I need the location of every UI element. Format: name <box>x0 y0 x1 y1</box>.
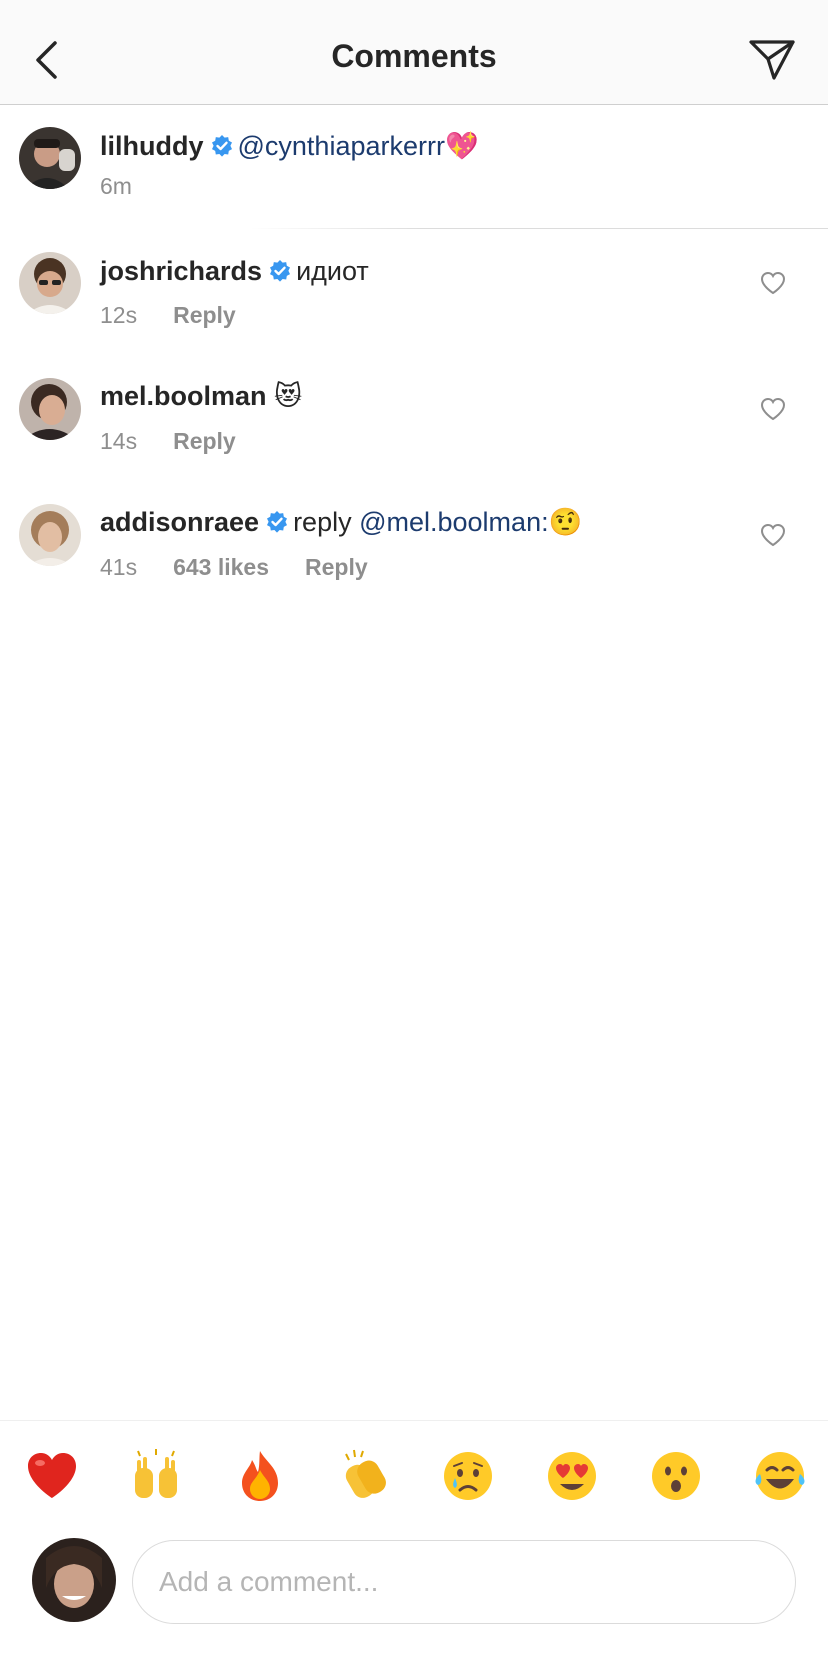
raised-eyebrow-emoji: 🤨 <box>548 507 583 538</box>
reply-button[interactable]: Reply <box>173 302 236 329</box>
comment-meta: 14s Reply <box>100 428 272 455</box>
reaction-tears-of-joy[interactable] <box>752 1448 808 1504</box>
clapping-hands-icon <box>345 1449 386 1498</box>
caption-mention[interactable]: @cynthiaparkerrr <box>238 131 445 161</box>
fire-icon <box>242 1451 278 1501</box>
comment-username[interactable]: addisonraee <box>100 507 259 537</box>
reaction-raising-hands[interactable] <box>128 1448 184 1504</box>
heart-eyes-cat-emoji: 😻 <box>274 381 303 412</box>
tears-of-joy-icon <box>755 1452 805 1500</box>
comment-meta: 41s 643 likes Reply <box>100 554 404 581</box>
reply-button[interactable]: Reply <box>173 428 236 455</box>
comment-mention[interactable]: @mel.boolman: <box>359 507 549 537</box>
self-avatar[interactable] <box>32 1538 116 1622</box>
avatar[interactable] <box>19 252 81 314</box>
comment-time: 41s <box>100 554 138 580</box>
comment-input[interactable] <box>132 1540 796 1624</box>
reply-button[interactable]: Reply <box>305 554 368 581</box>
comment-time: 12s <box>100 302 138 328</box>
reaction-crying-face[interactable] <box>440 1448 496 1504</box>
comment-message: идиот <box>296 256 369 286</box>
like-button[interactable] <box>758 520 788 550</box>
verified-badge-icon <box>268 256 292 292</box>
avatar[interactable] <box>19 378 81 440</box>
verified-badge-icon <box>210 131 234 167</box>
comment-text: mel.boolman 😻 <box>100 378 302 415</box>
reaction-surprised-face[interactable] <box>648 1448 704 1504</box>
reaction-clapping-hands[interactable] <box>336 1448 392 1504</box>
like-button[interactable] <box>758 394 788 424</box>
comment-username[interactable]: joshrichards <box>100 256 262 286</box>
paper-plane-icon <box>749 40 795 80</box>
comment-username[interactable]: mel.boolman <box>100 381 267 411</box>
avatar[interactable] <box>19 504 81 566</box>
caption-time: 6m <box>100 173 132 199</box>
heart-outline-icon <box>760 523 786 547</box>
reaction-heart[interactable] <box>24 1448 80 1504</box>
comment-message: reply <box>293 507 360 537</box>
header-bar: Comments <box>0 0 828 105</box>
divider <box>250 228 828 229</box>
raising-hands-icon <box>135 1449 177 1498</box>
comment-meta: 12s Reply <box>100 302 272 329</box>
avatar[interactable] <box>19 127 81 189</box>
caption-meta: 6m <box>100 173 168 200</box>
surprised-face-icon <box>652 1452 700 1500</box>
verified-badge-icon <box>265 507 289 543</box>
heart-outline-icon <box>760 271 786 295</box>
crying-face-icon <box>444 1452 492 1500</box>
red-heart-icon <box>28 1453 76 1498</box>
divider <box>0 1420 828 1421</box>
caption-username[interactable]: lilhuddy <box>100 131 204 161</box>
share-button[interactable] <box>746 36 798 84</box>
sparkling-heart-emoji: 💖 <box>444 131 479 162</box>
page-title: Comments <box>331 38 497 74</box>
comment-text: joshrichards идиот <box>100 253 369 292</box>
heart-eyes-icon <box>548 1452 596 1500</box>
quick-reaction-bar <box>0 1448 828 1508</box>
comments-screen: Comments lilhuddy @cynthiaparkerrr💖 6m j… <box>0 0 828 1662</box>
reaction-heart-eyes[interactable] <box>544 1448 600 1504</box>
like-button[interactable] <box>758 268 788 298</box>
comment-time: 14s <box>100 428 138 454</box>
comment-text: addisonraee reply @mel.boolman:🤨 <box>100 504 582 543</box>
reaction-fire[interactable] <box>232 1448 288 1504</box>
caption-text: lilhuddy @cynthiaparkerrr💖 <box>100 128 479 167</box>
heart-outline-icon <box>760 397 786 421</box>
likes-count[interactable]: 643 likes <box>173 554 269 581</box>
